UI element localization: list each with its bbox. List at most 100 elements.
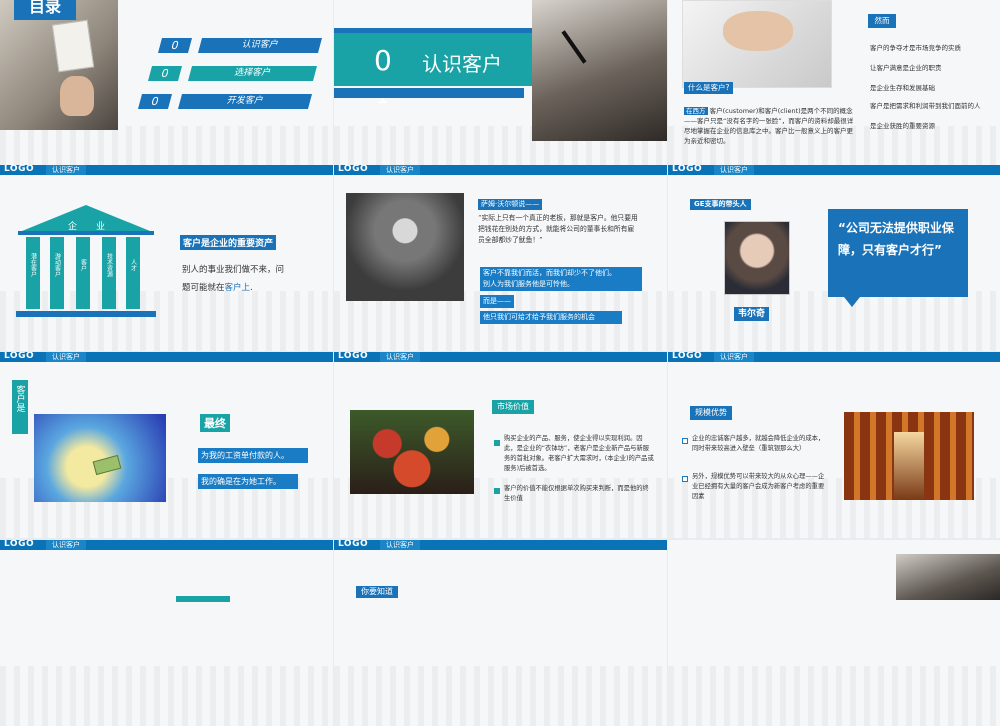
business-photo — [532, 0, 667, 141]
toc-item-3-num[interactable]: 0 — [137, 94, 173, 109]
slide-partial-1[interactable]: LOGO 认识客户 — [0, 540, 333, 726]
scale-point-2: 另外，规模优势可以带来较大的从众心理——企业已经拥有大量的客户会成为新客户考虑的… — [692, 473, 825, 500]
toc-item-3-label[interactable]: 开发客户 — [177, 94, 313, 109]
warehouse-photo — [844, 412, 974, 500]
know-badge: 你要知道 — [356, 586, 398, 598]
slide-header: LOGO 认识客户 — [334, 165, 667, 175]
side-label-box: 客户是 — [12, 380, 28, 434]
definition-body: 客户(customer)和客户(client)是两个不同的概念——客户只是“没有… — [684, 107, 854, 145]
slide-header: LOGO 认识客户 — [668, 165, 1000, 175]
section-label: 认识客户 — [714, 352, 754, 362]
slide-toc[interactable]: 目录 0 认识客户 0 选择客户 0 开发客户 — [0, 0, 333, 186]
logo: LOGO — [338, 165, 369, 174]
slide-section-title[interactable]: 0 1 认识客户 — [334, 0, 667, 186]
slide-what-is-customer[interactable]: 什么是客户? 在西方 客户(customer)和客户(client)是两个不同的… — [668, 0, 1000, 186]
slide-walton[interactable]: LOGO 认识客户 萨姆·沃尔顿说—— “实际上只有一个真正的老板，那就是客户。他… — [334, 165, 667, 351]
point-4: 客户是把需求和利润带到我们面前的人 — [870, 102, 981, 110]
cash-icon — [92, 454, 122, 476]
section-label: 认识客户 — [380, 165, 420, 175]
toc-item-2-num[interactable]: 0 — [147, 66, 183, 81]
slide-partial-3[interactable] — [668, 540, 1000, 726]
band-bottom — [334, 88, 524, 98]
market-badge: 市场价值 — [492, 400, 534, 414]
section-title: 认识客户 — [422, 52, 502, 76]
ge-tag: GE支事的带头人 — [690, 199, 751, 210]
toc-item-1-num[interactable]: 0 — [157, 38, 193, 53]
welch-photo — [724, 221, 790, 295]
however-badge: 然而 — [868, 14, 896, 28]
title-band-top — [334, 28, 564, 33]
slide-scale-advantage[interactable]: LOGO 认识客户 规模优势 企业的忠诚客户越多，就越会降低企业的成本，同时带来较… — [668, 352, 1000, 538]
hand-icon — [60, 76, 94, 116]
section-label: 认识客户 — [380, 540, 420, 550]
toc-title: 目录 — [14, 0, 76, 20]
walton-quote: “实际上只有一个真正的老板，那就是客户。他只要用把钱花在别处的方式，就能将公司的… — [478, 214, 638, 244]
notebook-icon — [51, 19, 95, 73]
partial-bar — [176, 596, 230, 602]
logo: LOGO — [672, 165, 703, 174]
slide-market-value[interactable]: LOGO 认识客户 市场价值 购买企业的产品、服务，使企业得以实现利润。因此，是企… — [334, 352, 667, 538]
section-label: 认识客户 — [380, 352, 420, 362]
market-photo — [350, 410, 474, 494]
market-point-2: 客户的价值不能仅根据单次购买来判断，而是他的终生价值 — [504, 485, 649, 502]
scale-point-1: 企业的忠诚客户越多，就越会降低企业的成本，同时带来较高进入壁垒（重筑银那么大） — [692, 435, 825, 452]
slide-header: LOGO 认识客户 — [0, 540, 333, 550]
temple-base — [16, 311, 156, 317]
scale-badge: 规模优势 — [690, 406, 732, 420]
section-number: 0 — [374, 44, 392, 77]
asset-line-1: 别人的事业我们做不来，问 — [182, 265, 285, 275]
partial-photo — [896, 554, 1000, 600]
highlight-west: 在西方 — [684, 107, 708, 115]
final-badge: 最终 — [200, 414, 230, 432]
temple-roof — [22, 205, 150, 231]
pillar-2: 游动客户 — [50, 237, 64, 309]
slide-asset[interactable]: LOGO 认识客户 企 业 潜在客户 游动客户 客户 技术资源 人才 客户是企业的… — [0, 165, 333, 351]
toc-item-2-label[interactable]: 选择客户 — [187, 66, 318, 81]
logo: LOGO — [4, 352, 35, 361]
asset-line-2: 题可能就在客户上. — [182, 283, 253, 293]
final-line-1: 为我的工资单付款的人。 — [198, 448, 308, 463]
section-label: 认识客户 — [46, 352, 86, 362]
welch-name: 韦尔奇 — [734, 307, 770, 321]
point-2: 让客户满意是企业的职责 — [870, 64, 942, 72]
hands-icon — [723, 11, 793, 51]
pillar-5: 人才 — [126, 237, 140, 309]
side-label: 客户是 — [14, 385, 25, 412]
walton-tag: 而是—— — [480, 295, 514, 308]
slide-welch[interactable]: LOGO 认识客户 GE支事的带头人 韦尔奇 “公司无法提供职业保障，只有客户才行… — [668, 165, 1000, 351]
bullet-icon-1 — [494, 440, 500, 446]
pen-icon — [561, 30, 587, 64]
point-3: 是企业生存和发展基础 — [870, 84, 935, 92]
slide-customer-is[interactable]: LOGO 认识客户 客户是 最终 为我的工资单付款的人。 我的确是在为她工作。 — [0, 352, 333, 538]
slide-header: LOGO 认识客户 — [668, 352, 1000, 362]
caption-tag: 什么是客户? — [684, 82, 734, 94]
quote-tail — [844, 297, 860, 307]
money-photo — [34, 414, 166, 502]
point-1: 客户的争夺才是市场竞争的实质 — [870, 44, 961, 52]
walton-photo — [346, 193, 464, 301]
section-label: 认识客户 — [46, 165, 86, 175]
bullet-icon-1 — [682, 438, 688, 444]
walton-box-3: 他只我们可给才给予我们服务的机会 — [480, 311, 622, 324]
definition-text: 在西方 客户(customer)和客户(client)是两个不同的概念——客户只… — [684, 106, 854, 146]
section-label: 认识客户 — [46, 540, 86, 550]
handshake-photo — [682, 0, 832, 88]
slide-header: LOGO 认识客户 — [0, 165, 333, 175]
slide-partial-2[interactable]: LOGO 认识客户 你要知道 — [334, 540, 667, 726]
asset-heading: 客户是企业的重要资产 — [180, 235, 277, 250]
welch-quote: “公司无法提供职业保障，只有客户才行” — [838, 221, 954, 257]
market-point-1: 购买企业的产品、服务，使企业得以实现利润。因此，是企业的“衣钵坊”，老客户是企业… — [504, 435, 654, 472]
slide-grid: 目录 0 认识客户 0 选择客户 0 开发客户 0 1 认识客户 什么是客户? … — [0, 0, 1000, 726]
bullet-icon-2 — [494, 488, 500, 494]
logo: LOGO — [338, 352, 369, 361]
logo: LOGO — [672, 352, 703, 361]
toc-item-1-label[interactable]: 认识客户 — [197, 38, 323, 53]
logo: LOGO — [338, 540, 369, 549]
slide-header: LOGO 认识客户 — [334, 540, 667, 550]
slide-header: LOGO 认识客户 — [0, 352, 333, 362]
logo: LOGO — [4, 165, 35, 174]
section-label: 认识客户 — [714, 165, 754, 175]
point-5: 是企业获胜的重要资源 — [870, 122, 935, 130]
pillar-4: 技术资源 — [102, 237, 116, 309]
pillar-1: 潜在客户 — [26, 237, 40, 309]
